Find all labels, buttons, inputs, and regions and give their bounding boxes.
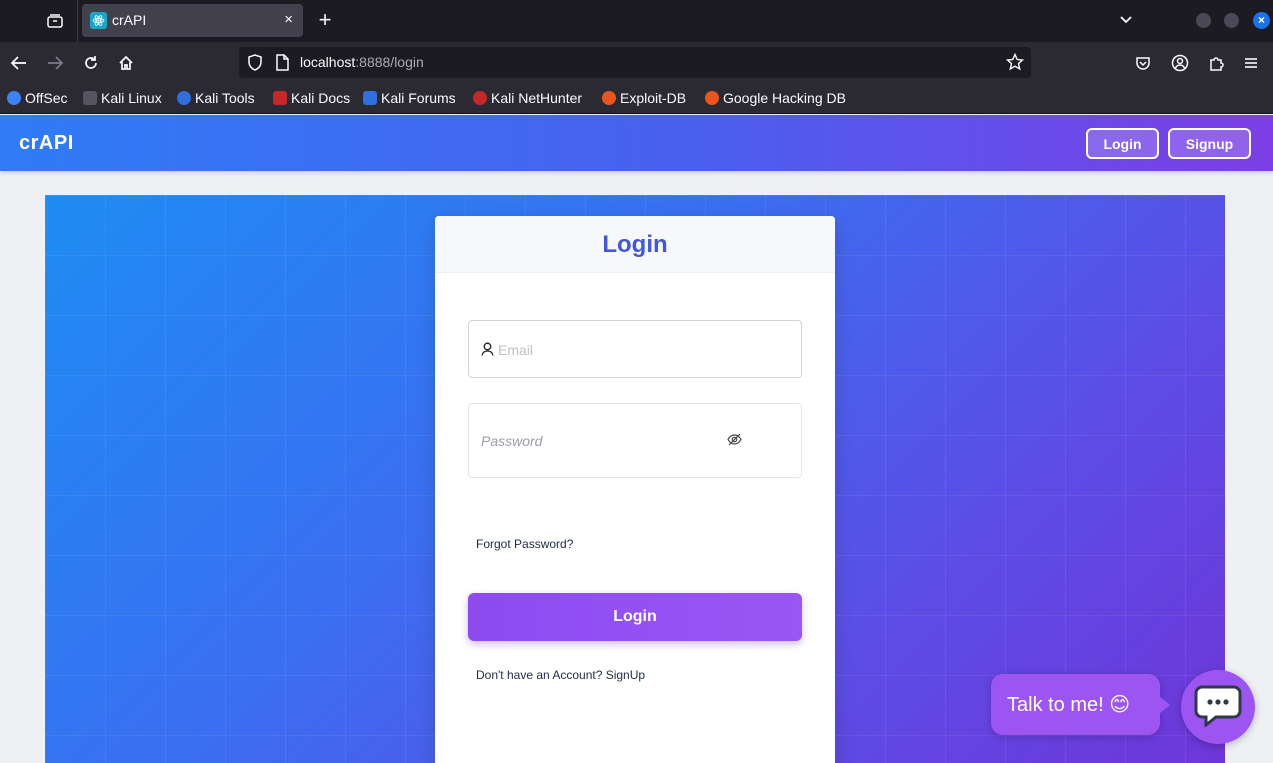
kali-dragon-icon: [83, 91, 97, 105]
user-icon: [481, 342, 494, 361]
reload-icon[interactable]: [80, 52, 102, 74]
login-card-header: Login: [435, 216, 835, 273]
bookmark-label: Kali Forums: [381, 90, 456, 106]
bookmark-exploit-db[interactable]: Exploit-DB: [602, 90, 686, 106]
bookmark-label: OffSec: [25, 90, 68, 106]
bookmark-star-icon[interactable]: [1005, 52, 1025, 76]
bookmark-kali-tools[interactable]: Kali Tools: [177, 90, 255, 106]
address-bar[interactable]: localhost:8888/login: [239, 47, 1031, 78]
browser-tab[interactable]: crAPI ×: [82, 4, 303, 37]
bookmark-label: Exploit-DB: [620, 90, 687, 106]
bookmark-label: Google Hacking DB: [723, 90, 846, 106]
kali-forums-icon: [363, 91, 377, 105]
password-field[interactable]: [468, 403, 802, 478]
maximize-window-button[interactable]: [1224, 13, 1239, 28]
login-title: Login: [602, 231, 668, 258]
kali-tools-icon: [177, 91, 191, 105]
email-input[interactable]: [498, 339, 788, 361]
tab-separator: [77, 0, 78, 42]
email-field[interactable]: [468, 320, 802, 378]
kali-nethunter-icon: [473, 91, 487, 105]
bookmark-label: Kali Tools: [195, 90, 255, 106]
header-signup-button[interactable]: Signup: [1168, 128, 1251, 159]
bookmark-label: Kali Linux: [101, 90, 162, 106]
browser-tab-bar: crAPI × + ×: [0, 0, 1273, 42]
chat-launcher-button[interactable]: [1181, 670, 1255, 744]
close-window-button[interactable]: ×: [1253, 12, 1270, 29]
react-favicon-icon: [90, 12, 107, 29]
bookmark-offsec[interactable]: OffSec: [7, 90, 68, 106]
home-icon[interactable]: [115, 52, 137, 74]
login-submit-button[interactable]: Login: [468, 593, 802, 641]
offsec-icon: [7, 91, 21, 105]
brand-logo[interactable]: crAPI: [19, 132, 74, 155]
back-arrow-icon[interactable]: [8, 52, 30, 74]
tab-overview-icon[interactable]: [42, 8, 68, 34]
browser-nav-bar: localhost:8888/login: [0, 42, 1273, 85]
minimize-window-button[interactable]: [1196, 13, 1211, 28]
tab-close-icon[interactable]: ×: [284, 11, 293, 28]
account-icon[interactable]: [1170, 53, 1190, 73]
chat-prompt-bubble[interactable]: Talk to me! 😊: [991, 674, 1170, 735]
shield-icon[interactable]: [247, 54, 263, 76]
pocket-icon[interactable]: [1133, 53, 1153, 73]
kali-docs-icon: [273, 91, 287, 105]
bookmark-kali-docs[interactable]: Kali Docs: [273, 90, 350, 106]
ghdb-icon: [705, 91, 719, 105]
bookmark-label: Kali NetHunter: [491, 90, 583, 106]
bookmark-google-hacking-db[interactable]: Google Hacking DB: [705, 90, 846, 106]
page-icon[interactable]: [275, 54, 289, 76]
bookmark-kali-forums[interactable]: Kali Forums: [363, 90, 456, 106]
url-text[interactable]: localhost:8888/login: [300, 54, 424, 70]
chat-icon: [1194, 683, 1242, 732]
menu-icon[interactable]: [1241, 53, 1261, 73]
bookmark-label: Kali Docs: [291, 90, 351, 106]
header-login-button[interactable]: Login: [1086, 128, 1159, 159]
forgot-password-link[interactable]: Forgot Password?: [476, 537, 573, 551]
bookmark-kali-nethunter[interactable]: Kali NetHunter: [473, 90, 582, 106]
eye-invisible-icon[interactable]: [727, 433, 742, 451]
signup-link[interactable]: Don't have an Account? SignUp: [476, 668, 645, 682]
new-tab-button[interactable]: +: [314, 9, 336, 31]
url-host: localhost: [300, 54, 356, 70]
app-header: crAPI Login Signup: [0, 115, 1273, 171]
tab-title: crAPI: [112, 12, 147, 28]
bookmark-kali-linux[interactable]: Kali Linux: [83, 90, 162, 106]
login-card: Login Forgot Password? Login Don't have …: [435, 216, 835, 763]
extensions-icon[interactable]: [1206, 53, 1226, 73]
chevron-down-icon[interactable]: [1118, 12, 1134, 33]
url-path: :8888/login: [355, 54, 424, 70]
password-input[interactable]: [481, 431, 721, 451]
forward-arrow-icon[interactable]: [44, 52, 66, 74]
exploit-db-icon: [602, 91, 616, 105]
web-page: crAPI Login Signup Login Forgot Passwor: [0, 115, 1273, 763]
bookmarks-toolbar: OffSec Kali Linux Kali Tools Kali Docs K…: [0, 85, 1273, 114]
chat-prompt-text: Talk to me! 😊: [1007, 694, 1131, 716]
